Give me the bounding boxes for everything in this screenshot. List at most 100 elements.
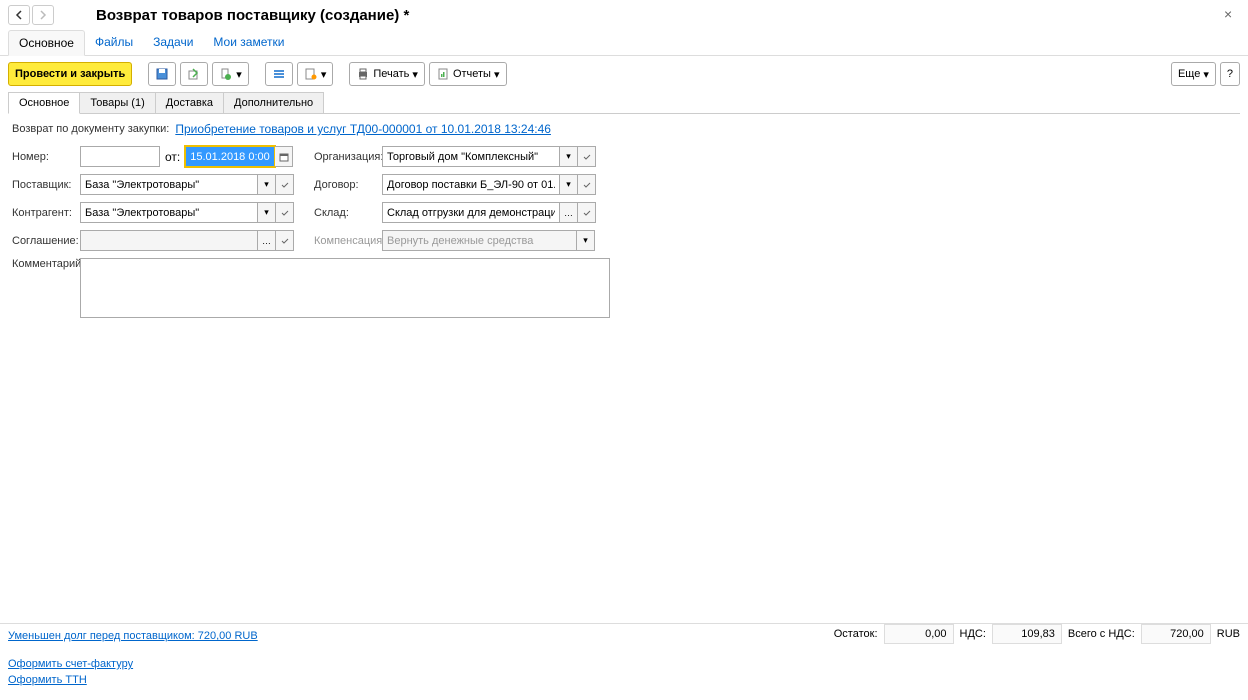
calendar-button[interactable] [275,146,293,167]
open-icon [280,208,290,218]
open-icon [582,180,592,190]
post-button[interactable] [180,62,208,86]
content-tab-goods[interactable]: Товары (1) [79,92,155,113]
printer-icon [356,67,370,81]
print-button[interactable]: Печать ▾ [349,62,425,86]
comment-textarea[interactable] [80,258,610,318]
row-number-org: Номер: от: Организация: ▾ [12,146,1236,167]
toolbar: Провести и закрыть ▾ ▾ Печать ▾ Отчеты ▾… [0,56,1248,92]
create-invoice-link[interactable]: Оформить счет-фактуру [8,658,133,670]
supplier-dropdown-button[interactable]: ▾ [258,174,276,195]
org-label: Организация: [314,151,382,163]
vat-label: НДС: [960,628,986,640]
compensation-dropdown-button[interactable]: ▾ [577,230,595,251]
vat-value: 109,83 [992,624,1062,644]
total-vat-label: Всего с НДС: [1068,628,1135,640]
contract-open-button[interactable] [578,174,596,195]
edi-button[interactable]: ▾ [297,62,334,86]
balance-label: Остаток: [834,628,878,640]
dropdown-icon: ▾ [412,68,418,81]
content-tab-main[interactable]: Основное [8,92,80,114]
reports-button[interactable]: Отчеты ▾ [429,62,507,86]
contract-dropdown-button[interactable]: ▾ [560,174,578,195]
counterparty-dropdown-button[interactable]: ▾ [258,202,276,223]
post-and-close-button[interactable]: Провести и закрыть [8,62,132,86]
top-tab-main[interactable]: Основное [8,30,85,56]
footer-links: Оформить счет-фактуру Оформить ТТН [8,658,133,690]
report-icon [436,67,450,81]
top-tab-files[interactable]: Файлы [85,30,143,55]
currency-label: RUB [1217,628,1240,640]
open-icon [280,236,290,246]
supplier-label: Поставщик: [12,179,80,191]
agreement-label: Соглашение: [12,235,80,247]
number-input[interactable] [80,146,160,167]
comment-label: Комментарий: [12,258,80,270]
return-by-doc-label: Возврат по документу закупки: [12,123,169,135]
warehouse-open-button[interactable] [578,202,596,223]
row-agreement-compensation: Соглашение: … Компенсация: ▾ [12,230,1236,251]
org-dropdown-button[interactable]: ▾ [560,146,578,167]
counterparty-open-button[interactable] [276,202,294,223]
window-title: Возврат товаров поставщику (создание) * [96,7,409,24]
debt-link-area: Уменьшен долг перед поставщиком: 720,00 … [8,628,258,642]
content-tab-delivery[interactable]: Доставка [155,92,224,113]
total-vat-value: 720,00 [1141,624,1211,644]
contract-input[interactable] [382,174,560,195]
calendar-icon [279,152,289,162]
footer-totals: Остаток: 0,00 НДС: 109,83 Всего с НДС: 7… [834,624,1240,644]
number-label: Номер: [12,151,80,163]
dropdown-icon: ▾ [321,68,327,81]
return-by-doc-row: Возврат по документу закупки: Приобретен… [12,122,1236,136]
document-icon [219,67,233,81]
dropdown-icon: ▾ [494,68,500,81]
nav-back-button[interactable] [8,5,30,25]
list-icon [272,67,286,81]
top-tab-notes[interactable]: Мои заметки [203,30,294,55]
arrow-left-icon [14,10,24,20]
create-ttn-link[interactable]: Оформить ТТН [8,674,133,686]
content-tabs: Основное Товары (1) Доставка Дополнитель… [8,92,1240,114]
top-tab-tasks[interactable]: Задачи [143,30,203,55]
dropdown-icon: ▾ [236,68,242,81]
agreement-input [80,230,258,251]
open-icon [280,180,290,190]
org-open-button[interactable] [578,146,596,167]
row-comment: Комментарий: [12,258,1236,318]
open-icon [582,208,592,218]
compensation-input [382,230,577,251]
contract-label: Договор: [314,179,382,191]
counterparty-input[interactable] [80,202,258,223]
form-area: Возврат по документу закупки: Приобретен… [0,114,1248,333]
warehouse-input[interactable] [382,202,560,223]
agreement-choose-button[interactable]: … [258,230,276,251]
row-supplier-contract: Поставщик: ▾ Договор: ▾ [12,174,1236,195]
nav-forward-button[interactable] [32,5,54,25]
arrow-right-icon [38,10,48,20]
header-bar: Возврат товаров поставщику (создание) * … [0,0,1248,30]
supplier-open-button[interactable] [276,174,294,195]
open-icon [582,152,592,162]
date-input[interactable] [185,146,275,167]
top-tabs: Основное Файлы Задачи Мои заметки [0,30,1248,56]
balance-value: 0,00 [884,624,954,644]
debt-reduced-link[interactable]: Уменьшен долг перед поставщиком: 720,00 … [8,630,258,642]
help-button[interactable]: ? [1220,62,1240,86]
close-button[interactable]: × [1224,6,1240,22]
compensation-label: Компенсация: [314,235,382,247]
dropdown-icon: ▾ [1203,68,1209,81]
counterparty-label: Контрагент: [12,207,80,219]
row-counterparty-warehouse: Контрагент: ▾ Склад: … [12,202,1236,223]
agreement-open-button[interactable] [276,230,294,251]
warehouse-choose-button[interactable]: … [560,202,578,223]
supplier-input[interactable] [80,174,258,195]
return-by-doc-link[interactable]: Приобретение товаров и услуг ТД00-000001… [175,122,551,136]
structure-button[interactable] [265,62,293,86]
more-button[interactable]: Еще ▾ [1171,62,1216,86]
create-based-button[interactable]: ▾ [212,62,249,86]
content-tab-additional[interactable]: Дополнительно [223,92,324,113]
save-button[interactable] [148,62,176,86]
org-input[interactable] [382,146,560,167]
date-prefix: от: [165,150,180,164]
warehouse-label: Склад: [314,207,382,219]
